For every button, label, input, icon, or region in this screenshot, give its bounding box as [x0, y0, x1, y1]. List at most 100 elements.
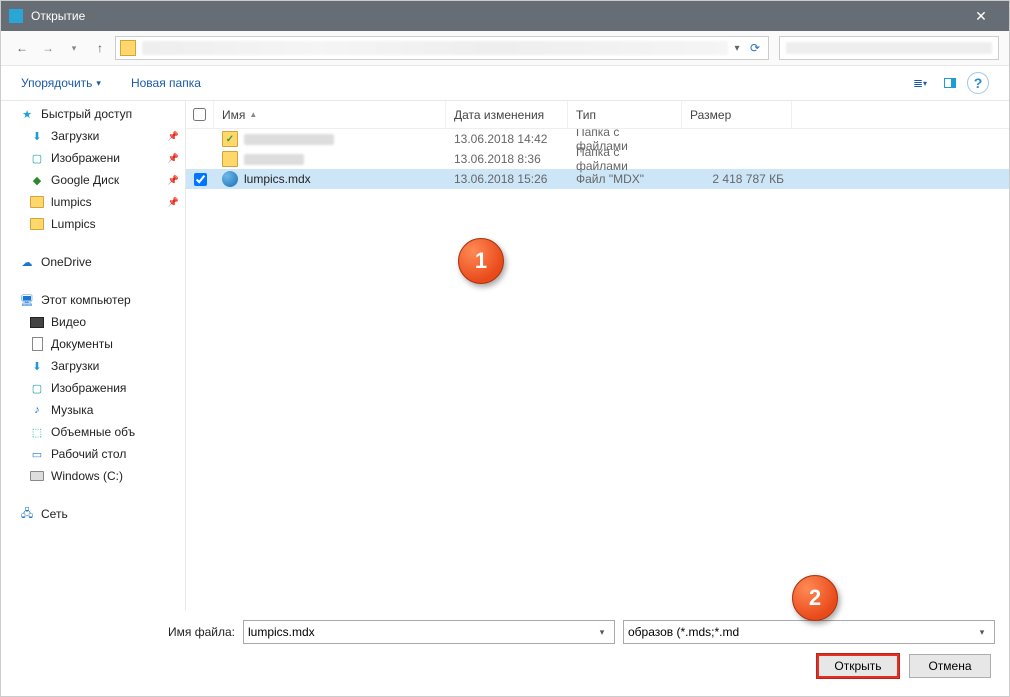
titlebar: Открытие ✕ [1, 1, 1009, 31]
document-icon [29, 336, 45, 352]
sidebar-this-pc[interactable]: 🖥Этот компьютер [1, 289, 185, 311]
column-header-checkbox[interactable] [186, 101, 214, 128]
filename-input[interactable] [248, 625, 594, 639]
sidebar-3d-objects[interactable]: ⬚Объемные объ [1, 421, 185, 443]
sidebar-images[interactable]: ▢Изображени📌 [1, 147, 185, 169]
pictures-icon: ▢ [29, 150, 45, 166]
cube-icon: ⬚ [29, 424, 45, 440]
folder-icon [120, 40, 136, 56]
chevron-down-icon[interactable]: ▾ [594, 627, 610, 638]
sidebar-video[interactable]: Видео [1, 311, 185, 333]
mdx-file-icon [222, 171, 238, 187]
window-title: Открытие [31, 9, 961, 23]
open-button[interactable]: Открыть [817, 654, 899, 678]
file-row-folder[interactable]: 13.06.2018 8:36 Папка с файлами [186, 149, 1009, 169]
navigation-pane: ★Быстрый доступ ⬇Загрузки📌 ▢Изображени📌 … [1, 101, 186, 610]
cancel-button[interactable]: Отмена [909, 654, 991, 678]
computer-icon: 🖥 [19, 292, 35, 308]
sidebar-downloads[interactable]: ⬇Загрузки📌 [1, 125, 185, 147]
onedrive-icon: ☁ [19, 254, 35, 270]
filetype-filter-combobox[interactable]: образов (*.mds;*.md ▾ [623, 620, 995, 644]
refresh-icon[interactable]: ⟳ [746, 41, 764, 55]
organize-menu[interactable]: Упорядочить ▾ [21, 76, 101, 90]
pin-icon: 📌 [168, 197, 179, 208]
folder-icon [222, 131, 238, 147]
view-options-button[interactable]: ≣▾ [907, 72, 933, 94]
folder-icon [29, 194, 45, 210]
network-icon: 🖧 [19, 506, 35, 522]
filename-combobox[interactable]: ▾ [243, 620, 615, 644]
sidebar-google-drive[interactable]: ◆Google Диск📌 [1, 169, 185, 191]
file-type: Папка с файлами [568, 145, 682, 173]
up-button[interactable]: ↑ [89, 37, 111, 59]
preview-pane-button[interactable] [937, 72, 963, 94]
content-area: ★Быстрый доступ ⬇Загрузки📌 ▢Изображени📌 … [1, 101, 1009, 610]
google-drive-icon: ◆ [29, 172, 45, 188]
new-folder-button[interactable]: Новая папка [131, 76, 201, 90]
row-checkbox[interactable] [194, 173, 207, 186]
file-open-dialog: Открытие ✕ ← → ▾ ↑ ▾ ⟳ Упорядочить ▾ Нов… [0, 0, 1010, 697]
sidebar-documents[interactable]: Документы [1, 333, 185, 355]
file-name: lumpics.mdx [244, 172, 311, 186]
sidebar-desktop[interactable]: ▭Рабочий стол [1, 443, 185, 465]
search-box[interactable] [779, 36, 999, 60]
music-icon: ♪ [29, 402, 45, 418]
column-header-size[interactable]: Размер [682, 101, 792, 128]
sidebar-c-drive[interactable]: Windows (C:) [1, 465, 185, 487]
column-header-date[interactable]: Дата изменения [446, 101, 568, 128]
file-row-mdx[interactable]: lumpics.mdx 13.06.2018 15:26 Файл "MDX" … [186, 169, 1009, 189]
column-header-row: Имя Дата изменения Тип Размер [186, 101, 1009, 129]
address-bar[interactable]: ▾ ⟳ [115, 36, 769, 60]
drive-icon [29, 468, 45, 484]
preview-pane-icon [944, 78, 956, 88]
pin-icon: 📌 [168, 153, 179, 164]
filename-label: Имя файла: [15, 625, 235, 639]
filename-blurred [244, 134, 334, 145]
column-header-name[interactable]: Имя [214, 101, 446, 128]
folder-icon [222, 151, 238, 167]
video-icon [29, 314, 45, 330]
file-list: 13.06.2018 14:42 Папка с файлами 13.06.2… [186, 129, 1009, 610]
search-placeholder-blurred [786, 42, 992, 54]
dialog-footer: Имя файла: ▾ образов (*.mds;*.md ▾ Откры… [1, 610, 1009, 696]
command-bar: Упорядочить ▾ Новая папка ≣▾ ? [1, 65, 1009, 101]
select-all-checkbox[interactable] [193, 108, 206, 121]
sidebar-downloads-2[interactable]: ⬇Загрузки [1, 355, 185, 377]
sidebar-lumpics[interactable]: lumpics📌 [1, 191, 185, 213]
sidebar-network[interactable]: 🖧Сеть [1, 503, 185, 525]
file-list-pane: Имя Дата изменения Тип Размер 13.06.2018… [186, 101, 1009, 610]
file-size: 2 418 787 КБ [682, 172, 792, 186]
download-icon: ⬇ [29, 128, 45, 144]
filename-blurred [244, 154, 304, 165]
pin-icon: 📌 [168, 131, 179, 142]
pin-icon: 📌 [168, 175, 179, 186]
download-icon: ⬇ [29, 358, 45, 374]
forward-button[interactable]: → [37, 37, 59, 59]
file-date: 13.06.2018 14:42 [446, 132, 568, 146]
sidebar-music[interactable]: ♪Музыка [1, 399, 185, 421]
sidebar-onedrive[interactable]: ☁OneDrive [1, 251, 185, 273]
sidebar-lumpics-2[interactable]: Lumpics [1, 213, 185, 235]
address-path-blurred [142, 41, 728, 55]
sidebar-images-2[interactable]: ▢Изображения [1, 377, 185, 399]
file-type: Файл "MDX" [568, 172, 682, 186]
help-button[interactable]: ? [967, 72, 989, 94]
chevron-down-icon[interactable]: ▾ [974, 627, 990, 638]
address-dropdown-icon[interactable]: ▾ [728, 43, 746, 54]
pictures-icon: ▢ [29, 380, 45, 396]
file-date: 13.06.2018 15:26 [446, 172, 568, 186]
chevron-down-icon: ▾ [96, 78, 101, 89]
column-header-type[interactable]: Тип [568, 101, 682, 128]
desktop-icon: ▭ [29, 446, 45, 462]
list-view-icon: ≣ [913, 76, 923, 90]
sidebar-quick-access[interactable]: ★Быстрый доступ [1, 103, 185, 125]
navigation-row: ← → ▾ ↑ ▾ ⟳ [1, 31, 1009, 65]
folder-icon [29, 216, 45, 232]
annotation-badge-1: 1 [458, 238, 504, 284]
recent-dropdown[interactable]: ▾ [63, 37, 85, 59]
file-date: 13.06.2018 8:36 [446, 152, 568, 166]
app-icon [9, 9, 23, 23]
back-button[interactable]: ← [11, 37, 33, 59]
annotation-badge-2: 2 [792, 575, 838, 621]
close-button[interactable]: ✕ [961, 8, 1001, 25]
